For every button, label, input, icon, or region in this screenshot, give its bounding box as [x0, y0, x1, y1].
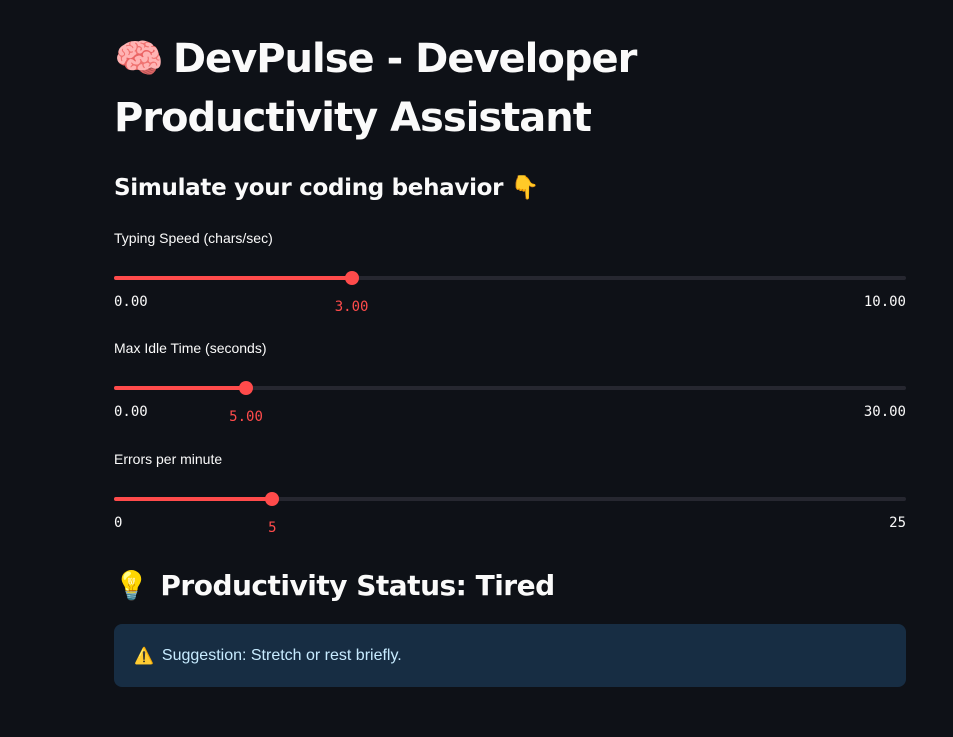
productivity-status-heading: 💡 Productivity Status: Tired: [114, 566, 555, 606]
slider-track[interactable]: 3.00: [114, 271, 906, 315]
brain-icon: 🧠: [114, 36, 164, 82]
slider-track[interactable]: 5: [114, 492, 906, 536]
slider-thumb[interactable]: [265, 492, 280, 506]
slider-fill: [114, 276, 352, 280]
lightbulb-icon: 💡: [114, 569, 149, 602]
warning-icon: ⚠️: [134, 647, 154, 665]
slider-fill: [114, 386, 247, 390]
page-title: 🧠 DevPulse - Developer Productivity Assis…: [114, 30, 906, 148]
errors-per-minute-slider: Errors per minute 5 0 25: [114, 449, 906, 549]
page-title-text: DevPulse - Developer Productivity Assist…: [114, 36, 637, 141]
slider-thumb[interactable]: [239, 381, 254, 395]
slider-max-value: 25: [889, 515, 906, 531]
productivity-status-text: Productivity Status: Tired: [160, 569, 555, 602]
slider-label: Max Idle Time (seconds): [114, 340, 267, 356]
slider-min-value: 0: [114, 515, 123, 531]
slider-current-value: 5.00: [229, 409, 263, 425]
suggestion-text: Suggestion: Stretch or rest briefly.: [161, 646, 402, 664]
slider-track[interactable]: 5.00: [114, 381, 906, 425]
slider-min-value: 0.00: [114, 404, 148, 420]
slider-label: Errors per minute: [114, 451, 223, 467]
slider-label: Typing Speed (chars/sec): [114, 230, 273, 246]
slider-max-value: 30.00: [863, 404, 906, 420]
typing-speed-slider: Typing Speed (chars/sec) 3.00 0.00 10.00: [114, 228, 906, 328]
slider-min-value: 0.00: [114, 294, 148, 310]
slider-max-value: 10.00: [863, 294, 906, 310]
slider-current-value: 5: [268, 520, 277, 536]
slider-fill: [114, 497, 273, 501]
suggestion-alert: ⚠️ Suggestion: Stretch or rest briefly.: [114, 624, 906, 687]
slider-thumb[interactable]: [344, 271, 359, 285]
slider-current-value: 3.00: [334, 299, 369, 315]
max-idle-time-slider: Max Idle Time (seconds) 5.00 0.00 30.00: [114, 338, 906, 438]
section-subheader: Simulate your coding behavior 👇: [114, 175, 540, 201]
